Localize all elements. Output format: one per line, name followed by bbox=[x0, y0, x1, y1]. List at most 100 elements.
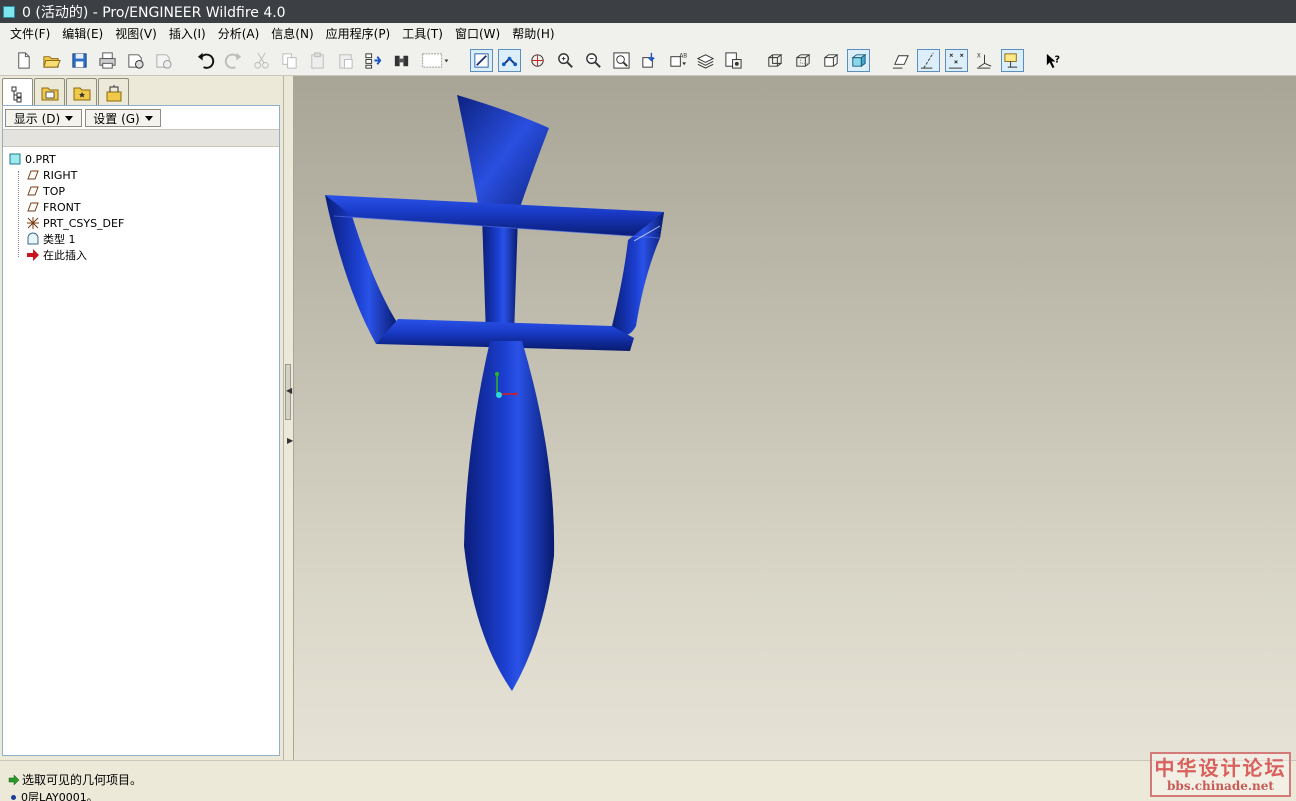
print-icon[interactable] bbox=[96, 49, 119, 72]
spin-center-icon[interactable] bbox=[526, 49, 549, 72]
window-title: 0 (活动的) - Pro/ENGINEER Wildfire 4.0 bbox=[22, 4, 286, 21]
open-folder-icon[interactable] bbox=[40, 49, 63, 72]
menu-window[interactable]: 窗口(W) bbox=[449, 23, 506, 45]
tab-connections[interactable] bbox=[98, 78, 129, 106]
chevron-down-icon bbox=[144, 115, 153, 121]
tab-folder-browser[interactable] bbox=[34, 78, 65, 106]
menu-file[interactable]: 文件(F) bbox=[4, 23, 56, 45]
paste-icon[interactable] bbox=[306, 49, 329, 72]
show-label: 显示 (D) bbox=[13, 111, 61, 126]
orient-icon[interactable] bbox=[638, 49, 661, 72]
select-box-icon[interactable] bbox=[418, 49, 452, 72]
regenerate-icon[interactable] bbox=[362, 49, 385, 72]
model-top-stroke[interactable] bbox=[457, 95, 549, 219]
status-message-line: 选取可见的几何项目。 bbox=[8, 771, 142, 788]
part-icon bbox=[7, 152, 22, 166]
panel-tabs bbox=[2, 78, 130, 108]
settings-dropdown-button[interactable]: 设置 (G) bbox=[85, 109, 161, 127]
new-file-icon[interactable] bbox=[12, 49, 35, 72]
svg-text:AB: AB bbox=[679, 54, 687, 60]
view-manager-icon[interactable] bbox=[722, 49, 745, 72]
menu-view[interactable]: 视图(V) bbox=[109, 23, 163, 45]
saved-views-icon[interactable]: AB bbox=[666, 49, 689, 72]
graphics-window[interactable] bbox=[294, 76, 1296, 760]
tree-item-top[interactable]: TOP bbox=[7, 183, 124, 199]
tree-item-front[interactable]: FRONT bbox=[7, 199, 124, 215]
tab-model-tree[interactable] bbox=[2, 78, 33, 108]
model-tree-area: 显示 (D) 设置 (G) 0.PRT RIGHT TOP FRONT PRT_… bbox=[2, 105, 280, 756]
bullet-icon bbox=[11, 794, 16, 800]
menu-tools[interactable]: 工具(T) bbox=[396, 23, 449, 45]
datum-display-icon[interactable] bbox=[498, 49, 521, 72]
zoom-out-icon[interactable] bbox=[582, 49, 605, 72]
zoom-in-icon[interactable] bbox=[554, 49, 577, 72]
annotation-icon[interactable] bbox=[1001, 49, 1024, 72]
tree-item-feature[interactable]: 类型 1 bbox=[7, 231, 124, 247]
coordinate-systems-icon[interactable]: X bbox=[973, 49, 996, 72]
save-icon[interactable] bbox=[68, 49, 91, 72]
tree-item-insert-here[interactable]: 在此插入 bbox=[7, 247, 124, 263]
datum-points-icon[interactable] bbox=[945, 49, 968, 72]
watermark-en: bbs.chinade.net bbox=[1167, 778, 1274, 793]
collapse-left-icon[interactable]: ◀ bbox=[286, 386, 292, 395]
model-tree-panel: 显示 (D) 设置 (G) 0.PRT RIGHT TOP FRONT PRT_… bbox=[0, 76, 284, 760]
tree-item-right[interactable]: RIGHT bbox=[7, 167, 124, 183]
chevron-down-icon bbox=[65, 115, 74, 121]
tree-item-label: 在此插入 bbox=[43, 249, 87, 262]
context-help-icon[interactable]: ? bbox=[1042, 49, 1065, 72]
find-icon[interactable] bbox=[390, 49, 413, 72]
show-dropdown-button[interactable]: 显示 (D) bbox=[5, 109, 82, 127]
message-area: 选取可见的几何项目。 0层LAY0001。 bbox=[0, 760, 1296, 801]
redo-icon[interactable] bbox=[222, 49, 245, 72]
undo-icon[interactable] bbox=[194, 49, 217, 72]
tree-item-csys[interactable]: PRT_CSYS_DEF bbox=[7, 215, 124, 231]
panel-splitter[interactable]: ◀ ▶ bbox=[284, 76, 294, 760]
message-arrow-icon bbox=[8, 773, 20, 786]
no-hidden-icon[interactable] bbox=[819, 49, 842, 72]
status-layer-line: 0层LAY0001。 bbox=[8, 789, 98, 801]
menu-insert[interactable]: 插入(I) bbox=[163, 23, 212, 45]
layers-icon[interactable] bbox=[694, 49, 717, 72]
svg-text:X: X bbox=[977, 54, 981, 60]
tree-column-header bbox=[3, 129, 279, 147]
paste-special-icon[interactable] bbox=[334, 49, 357, 72]
status-layer: 0层LAY0001。 bbox=[21, 791, 98, 801]
app-icon bbox=[3, 5, 15, 18]
menu-info[interactable]: 信息(N) bbox=[265, 23, 319, 45]
csys-icon bbox=[25, 216, 40, 230]
expand-right-icon[interactable]: ▶ bbox=[287, 436, 293, 445]
menu-analysis[interactable]: 分析(A) bbox=[212, 23, 266, 45]
datum-axes-icon[interactable] bbox=[917, 49, 940, 72]
tab-favorites[interactable] bbox=[66, 78, 97, 106]
title-bar: 0 (活动的) - Pro/ENGINEER Wildfire 4.0 bbox=[0, 0, 1296, 23]
sketch-view-icon[interactable] bbox=[470, 49, 493, 72]
model-center-stroke[interactable] bbox=[482, 214, 518, 336]
copy-icon[interactable] bbox=[278, 49, 301, 72]
tree-item-label: 0.PRT bbox=[25, 152, 56, 166]
main-toolbar: AB X ? bbox=[0, 45, 1296, 76]
menu-edit[interactable]: 编辑(E) bbox=[56, 23, 109, 45]
datum-planes-icon[interactable] bbox=[889, 49, 912, 72]
datum-plane-icon bbox=[25, 168, 40, 182]
menu-bar: 文件(F) 编辑(E) 视图(V) 插入(I) 分析(A) 信息(N) 应用程序… bbox=[0, 23, 1296, 45]
model-3d-render[interactable] bbox=[294, 76, 1296, 760]
status-message: 选取可见的几何项目。 bbox=[22, 773, 143, 787]
menu-applications[interactable]: 应用程序(P) bbox=[320, 23, 397, 45]
cut-icon[interactable] bbox=[250, 49, 273, 72]
shading-icon[interactable] bbox=[847, 49, 870, 72]
feature-icon bbox=[25, 232, 40, 246]
tree-item-label: PRT_CSYS_DEF bbox=[43, 216, 125, 230]
panel-button-row: 显示 (D) 设置 (G) bbox=[5, 109, 161, 127]
insert-arrow-icon bbox=[25, 248, 40, 262]
tree-item-label: TOP bbox=[43, 184, 66, 198]
tree-item-part[interactable]: 0.PRT bbox=[7, 151, 124, 167]
refit-icon[interactable] bbox=[610, 49, 633, 72]
send-mail-icon[interactable] bbox=[124, 49, 147, 72]
datum-plane-icon bbox=[25, 184, 40, 198]
watermark-cn: 中华设计论坛 bbox=[1154, 755, 1287, 780]
hidden-line-icon[interactable] bbox=[791, 49, 814, 72]
menu-help[interactable]: 帮助(H) bbox=[506, 23, 560, 45]
mail-icon[interactable] bbox=[152, 49, 175, 72]
wireframe-icon[interactable] bbox=[763, 49, 786, 72]
settings-label: 设置 (G) bbox=[93, 111, 140, 126]
